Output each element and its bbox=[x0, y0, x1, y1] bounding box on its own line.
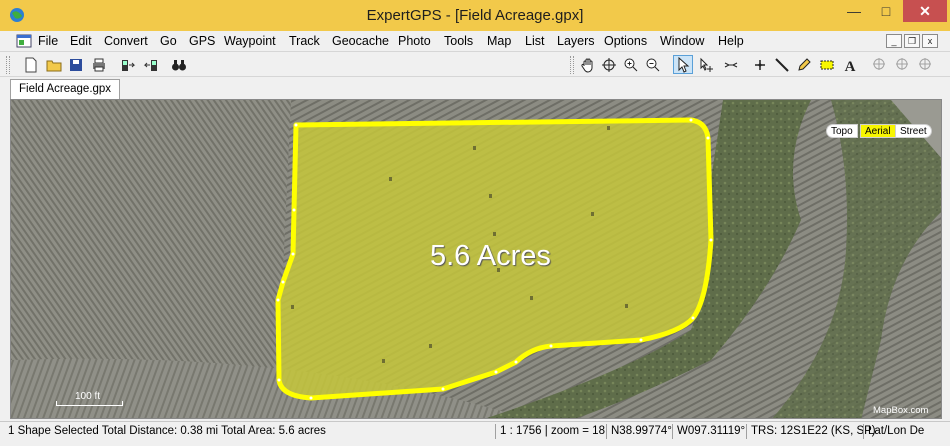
tab-field-acreage[interactable]: Field Acreage.gpx bbox=[10, 79, 121, 99]
zoom-in-icon[interactable] bbox=[621, 55, 641, 74]
center-crosshair-icon[interactable] bbox=[599, 55, 619, 74]
status-trs: TRS: 12S1E22 (KS, SP) bbox=[751, 425, 876, 437]
pan-hand-icon[interactable] bbox=[578, 55, 598, 74]
menu-options[interactable]: Options bbox=[604, 34, 647, 48]
send-to-gps-icon[interactable] bbox=[118, 55, 138, 74]
menu-edit[interactable]: Edit bbox=[70, 34, 92, 48]
select-arrow-icon[interactable] bbox=[673, 55, 693, 74]
draw-area-icon[interactable] bbox=[817, 55, 837, 74]
menu-tools[interactable]: Tools bbox=[444, 34, 473, 48]
draw-line-icon[interactable] bbox=[772, 55, 792, 74]
binoculars-icon[interactable] bbox=[169, 55, 189, 74]
status-message: 1 Shape Selected Total Distance: 0.38 mi… bbox=[8, 425, 326, 437]
area-acreage-label: 5.6 Acres bbox=[430, 240, 551, 272]
toolbar-grip[interactable] bbox=[6, 56, 10, 74]
mdi-close-button[interactable]: x bbox=[922, 34, 938, 48]
status-bar: 1 Shape Selected Total Distance: 0.38 mi… bbox=[0, 421, 950, 441]
menu-layers[interactable]: Layers bbox=[557, 34, 595, 48]
waypoint-tool-icon[interactable] bbox=[750, 55, 770, 74]
gps-position-1-icon[interactable] bbox=[870, 55, 890, 74]
map-type-aerial-button[interactable]: Aerial bbox=[860, 124, 896, 138]
pencil-icon[interactable] bbox=[794, 55, 814, 74]
svg-text:A: A bbox=[845, 59, 856, 73]
menu-list[interactable]: List bbox=[525, 34, 544, 48]
maximize-button[interactable]: □ bbox=[870, 0, 902, 22]
split-track-icon[interactable] bbox=[721, 55, 741, 74]
map-type-topo-button[interactable]: Topo bbox=[826, 124, 858, 138]
document-tab-strip: Field Acreage.gpx bbox=[0, 77, 950, 99]
menu-convert[interactable]: Convert bbox=[104, 34, 148, 48]
mdi-restore-button[interactable]: ❐ bbox=[904, 34, 920, 48]
open-folder-icon[interactable] bbox=[44, 55, 64, 74]
minimize-button[interactable]: — bbox=[838, 0, 870, 22]
map-view[interactable]: 5.6 Acres Topo Aerial Street 100 ft MapB… bbox=[10, 99, 942, 419]
zoom-out-icon[interactable] bbox=[643, 55, 663, 74]
menu-map[interactable]: Map bbox=[487, 34, 511, 48]
new-file-icon[interactable] bbox=[21, 55, 41, 74]
close-button[interactable]: ✕ bbox=[903, 0, 947, 22]
menu-help[interactable]: Help bbox=[718, 34, 744, 48]
map-scale-bar bbox=[56, 401, 123, 406]
status-longitude: W097.31119° bbox=[677, 425, 746, 437]
menu-window[interactable]: Window bbox=[660, 34, 704, 48]
print-icon[interactable] bbox=[89, 55, 109, 74]
window-title: ExpertGPS - [Field Acreage.gpx] bbox=[366, 7, 584, 24]
menu-photo[interactable]: Photo bbox=[398, 34, 431, 48]
gps-position-3-icon[interactable] bbox=[916, 55, 936, 74]
toolbar-grip-2[interactable] bbox=[570, 56, 574, 74]
mdi-minimize-button[interactable]: _ bbox=[886, 34, 902, 48]
menu-geocache[interactable]: Geocache bbox=[332, 34, 389, 48]
status-scale: 1 : 1756 | zoom = 18 bbox=[500, 425, 605, 437]
save-icon[interactable] bbox=[66, 55, 86, 74]
text-tool-icon[interactable]: A bbox=[840, 55, 860, 74]
toolbar: A bbox=[0, 51, 950, 77]
menu-track[interactable]: Track bbox=[289, 34, 320, 48]
status-latitude: N38.99774° bbox=[611, 425, 672, 437]
menu-file[interactable]: File bbox=[38, 34, 58, 48]
menu-waypoint[interactable]: Waypoint bbox=[224, 34, 276, 48]
title-bar: ExpertGPS - [Field Acreage.gpx] — □ ✕ bbox=[0, 0, 950, 31]
gps-position-2-icon[interactable] bbox=[893, 55, 913, 74]
receive-from-gps-icon[interactable] bbox=[141, 55, 161, 74]
map-attribution: MapBox.com bbox=[873, 405, 929, 416]
map-type-street-button[interactable]: Street bbox=[895, 124, 932, 138]
add-point-arrow-icon[interactable] bbox=[697, 55, 717, 74]
menu-gps[interactable]: GPS bbox=[189, 34, 215, 48]
menu-go[interactable]: Go bbox=[160, 34, 177, 48]
status-coord-format[interactable]: Lat/Lon De bbox=[868, 425, 924, 437]
menu-bar: File Edit Convert Go GPS Waypoint Track … bbox=[0, 31, 950, 51]
document-icon[interactable] bbox=[16, 34, 32, 48]
